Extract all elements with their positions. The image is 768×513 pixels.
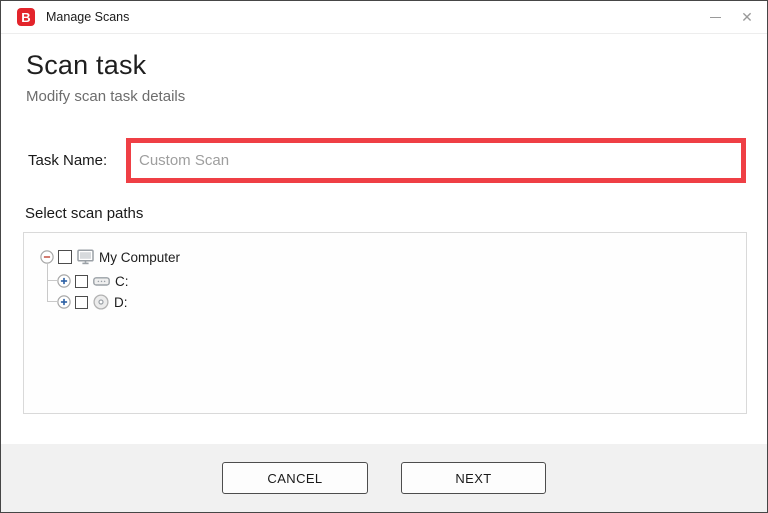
tree-row-d-drive: D: [57, 294, 128, 310]
close-icon: ✕ [741, 9, 753, 25]
close-button[interactable]: ✕ [731, 1, 763, 34]
task-name-input[interactable] [131, 143, 741, 178]
page-subtitle: Modify scan task details [26, 88, 186, 105]
d-drive-checkbox[interactable] [75, 295, 88, 309]
task-name-highlight [126, 138, 746, 183]
my-computer-checkbox[interactable] [58, 250, 72, 264]
tree-connector-d [47, 301, 57, 302]
hdd-icon [93, 276, 110, 286]
tree-connector-vertical [47, 264, 48, 301]
expand-icon[interactable] [57, 274, 71, 288]
tree-label-my-computer[interactable]: My Computer [99, 250, 180, 265]
cancel-button[interactable]: CANCEL [222, 462, 368, 494]
tree-connector-c [47, 280, 57, 281]
window-title: Manage Scans [46, 10, 130, 24]
c-drive-checkbox[interactable] [75, 274, 88, 288]
titlebar: B Manage Scans ✕ [1, 1, 767, 34]
next-button[interactable]: NEXT [401, 462, 546, 494]
tree-row-c-drive: C: [57, 273, 129, 289]
expand-icon[interactable] [57, 295, 71, 309]
minimize-icon [709, 16, 721, 18]
bitdefender-logo-icon: B [17, 8, 35, 26]
tree-label-d-drive[interactable]: D: [114, 295, 128, 310]
window-controls: ✕ [699, 1, 763, 34]
minimize-button[interactable] [699, 1, 731, 34]
dialog-footer: CANCEL NEXT [1, 444, 767, 512]
task-name-label: Task Name: [28, 152, 108, 169]
tree-label-c-drive[interactable]: C: [115, 274, 129, 289]
disc-icon [93, 294, 109, 310]
tree-row-my-computer: My Computer [40, 249, 180, 265]
select-scan-paths-label: Select scan paths [25, 205, 144, 222]
computer-icon [77, 249, 94, 265]
collapse-icon[interactable] [40, 250, 54, 264]
manage-scans-window: B Manage Scans ✕ Scan task Modify scan t… [0, 0, 768, 513]
page-title: Scan task [26, 50, 147, 80]
scan-paths-tree: My Computer C: D: [23, 232, 747, 414]
